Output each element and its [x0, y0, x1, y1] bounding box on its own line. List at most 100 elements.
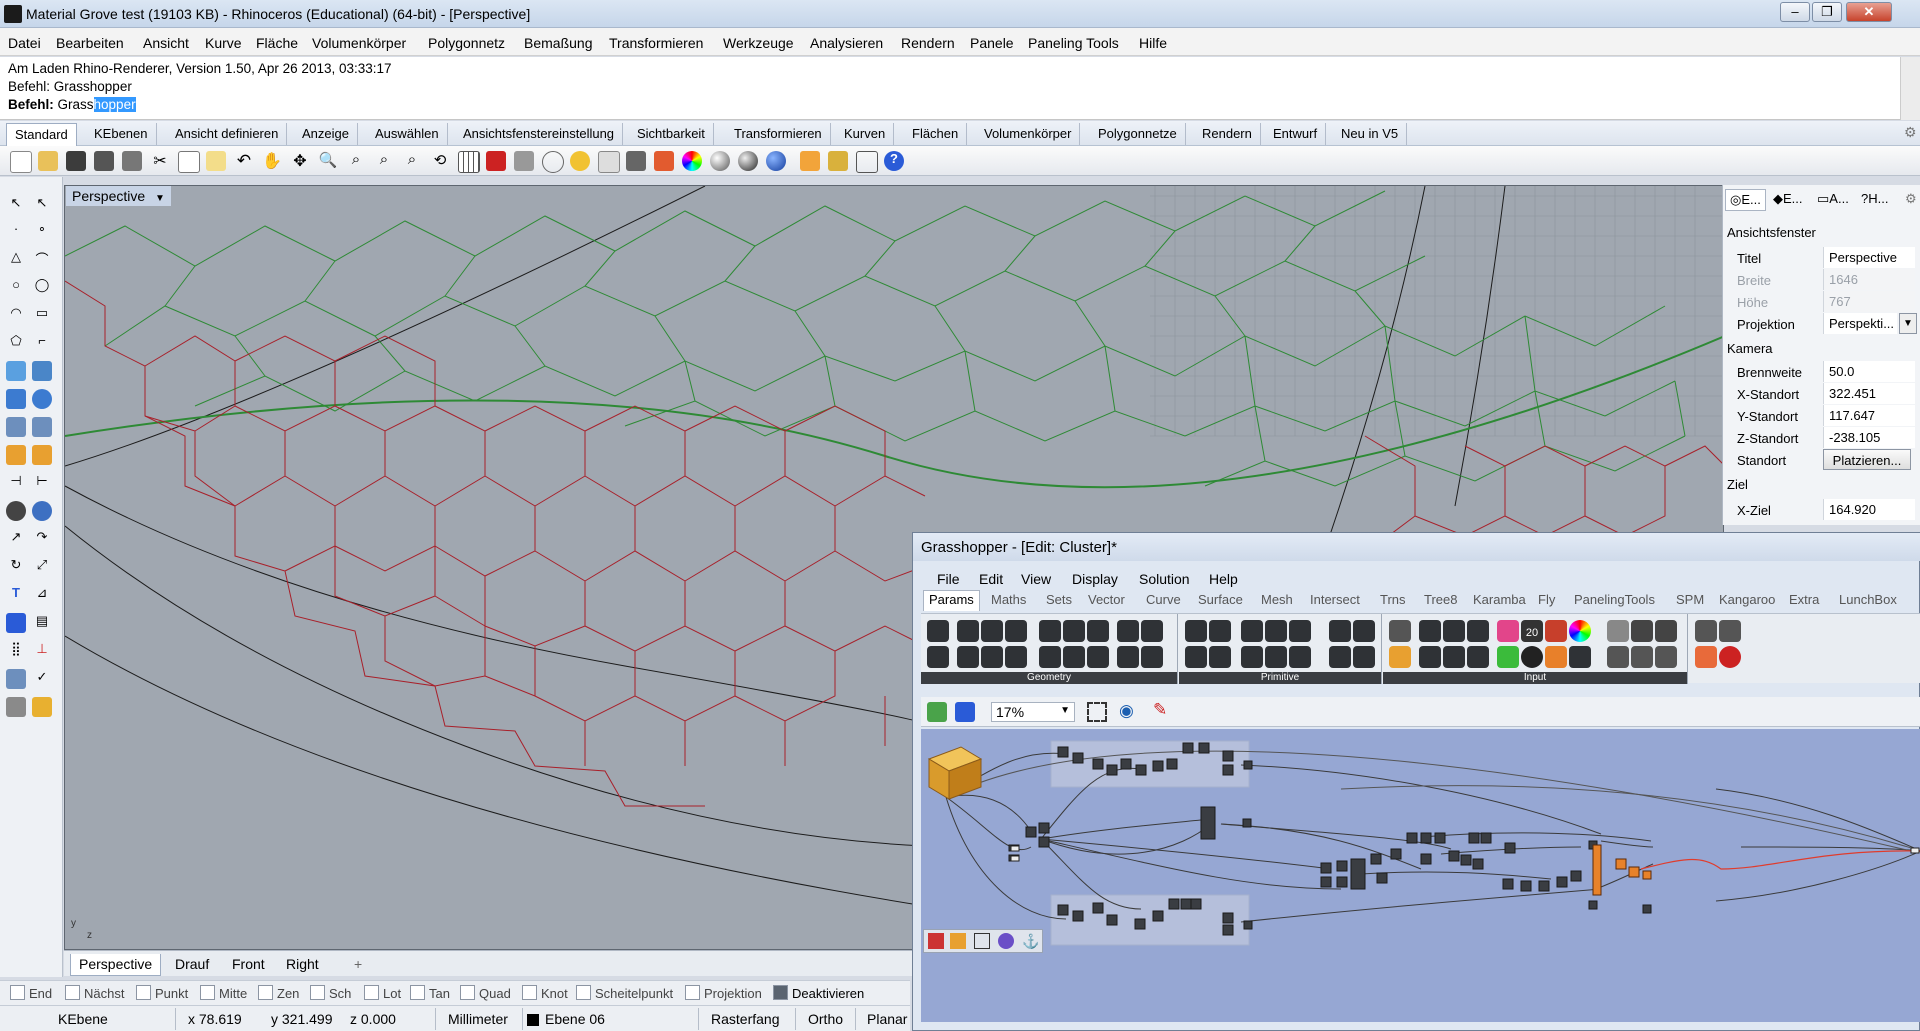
viewport-tab-front[interactable]: Front [224, 954, 273, 975]
zoom-chevron-down-icon[interactable]: ▼ [1060, 705, 1070, 716]
curve-icon[interactable]: ⌒ [32, 249, 52, 269]
property-value-projektion[interactable]: Perspekti... [1823, 313, 1897, 334]
gh-menu-display[interactable]: Display [1072, 571, 1118, 587]
menu-bemassung[interactable]: Bemaßung [524, 35, 592, 51]
gh-tab-trns[interactable]: Trns [1380, 592, 1406, 607]
command-prompt[interactable]: Befehl: Grasshopper [8, 97, 136, 112]
menu-werkzeuge[interactable]: Werkzeuge [723, 35, 794, 51]
zoom-window-icon[interactable]: ⌕ [346, 151, 366, 171]
osnap-checkbox[interactable] [522, 985, 537, 1000]
param-vector-icon[interactable] [1117, 646, 1139, 668]
gh-tab-kangaroo[interactable]: Kangaroo [1719, 592, 1775, 607]
analysis-icon[interactable]: ⊥ [32, 641, 52, 661]
input-digit-scroller-icon[interactable] [1467, 646, 1489, 668]
help-icon[interactable]: ? [884, 151, 904, 171]
gh-tab-vector[interactable]: Vector [1088, 592, 1125, 607]
osnap-scheitelpunkt[interactable]: Scheitelpunkt [576, 985, 673, 1001]
param-time-icon[interactable] [1241, 646, 1263, 668]
box-icon[interactable] [6, 389, 26, 409]
ellipse-icon[interactable]: ◯ [32, 277, 52, 297]
param-surface-icon[interactable] [981, 646, 1003, 668]
dimension-icon[interactable] [856, 151, 878, 173]
param-matrix-icon[interactable] [1289, 620, 1311, 642]
gh-tab-sets[interactable]: Sets [1046, 592, 1072, 607]
input-value-list-icon[interactable] [1443, 646, 1465, 668]
menu-ansicht[interactable]: Ansicht [143, 35, 189, 51]
osnap-checkbox[interactable] [576, 985, 591, 1000]
param-field-icon[interactable] [1087, 620, 1109, 642]
undo-icon[interactable]: ↶ [234, 151, 254, 171]
rectangle-icon[interactable]: ▭ [32, 305, 52, 325]
input-slider-icon[interactable] [1443, 620, 1465, 642]
param-group-icon[interactable] [1005, 646, 1027, 668]
osnap-quad[interactable]: Quad [460, 985, 511, 1001]
param-twisted-box-icon[interactable] [1039, 646, 1061, 668]
input-img-icon[interactable] [1631, 646, 1653, 668]
tab-kurven[interactable]: Kurven [836, 123, 895, 145]
platzieren-button[interactable]: Platzieren... [1823, 449, 1911, 470]
undo-view-icon[interactable]: ⟲ [430, 151, 450, 171]
param-integer-icon[interactable] [1209, 620, 1231, 642]
param-geometry-cache-icon[interactable] [1063, 646, 1085, 668]
circle-icon[interactable]: ○ [6, 277, 26, 297]
input-gradient-icon[interactable] [1545, 620, 1567, 642]
viewport-tab-perspective[interactable]: Perspective [70, 954, 162, 976]
osnap-deaktivieren[interactable]: Deaktivieren [773, 985, 864, 1001]
status-layer-button[interactable]: KEbene [58, 1011, 108, 1027]
input-gradient-control-icon[interactable] [1545, 646, 1567, 668]
gh-tab-panelingtools[interactable]: PanelingTools [1574, 592, 1655, 607]
join-icon[interactable]: ⊣ [6, 473, 26, 493]
viewport-tab-right[interactable]: Right [278, 954, 327, 975]
open-document-icon[interactable] [927, 702, 947, 722]
osnap-checkbox[interactable] [364, 985, 379, 1000]
osnap-checkbox[interactable] [410, 985, 425, 1000]
input-graph-mapper-icon[interactable] [1569, 646, 1591, 668]
param-circle-icon[interactable] [957, 620, 979, 642]
param-plane-icon[interactable] [1141, 620, 1163, 642]
light-icon[interactable] [570, 151, 590, 171]
osnap-checkbox-checked[interactable] [773, 985, 788, 1000]
fillet-icon[interactable]: ⌐ [32, 333, 52, 353]
status-ortho-toggle[interactable]: Ortho [808, 1011, 843, 1027]
tab-layers[interactable]: ◆E... [1769, 189, 1807, 209]
status-planar-toggle[interactable]: Planar [867, 1011, 907, 1027]
zoom-icon[interactable]: 🔍 [318, 151, 338, 171]
input-xyz-icon[interactable] [1631, 620, 1653, 642]
tab-rendern[interactable]: Rendern [1194, 123, 1261, 145]
trim-icon[interactable] [32, 445, 52, 465]
status-rasterfang-toggle[interactable]: Rasterfang [711, 1011, 779, 1027]
render-icon[interactable] [766, 151, 786, 171]
util-cherry-icon[interactable] [1719, 646, 1741, 668]
widget-pin-icon[interactable]: ⚓ [1022, 933, 1039, 949]
gh-tab-spm[interactable]: SPM [1676, 592, 1704, 607]
input-shp-icon[interactable] [1655, 646, 1677, 668]
param-boolean-icon[interactable] [1185, 620, 1207, 642]
property-value-y-standort[interactable]: 117.647 [1823, 405, 1915, 426]
input-control-knob-icon[interactable] [1521, 646, 1543, 668]
array-icon[interactable]: ⣿ [6, 641, 26, 661]
viewport-tab-drauf[interactable]: Drauf [167, 954, 217, 975]
menu-panele[interactable]: Panele [970, 35, 1014, 51]
add-viewport-tab-button[interactable]: + [346, 954, 370, 975]
osnap-punkt[interactable]: Punkt [136, 985, 188, 1001]
tab-anzeige[interactable]: Anzeige [294, 123, 358, 145]
tab-ansichtsfenstereinstellung[interactable]: Ansichtsfenstereinstellung [455, 123, 624, 145]
paste-icon[interactable] [206, 151, 226, 171]
tab-sichtbarkeit[interactable]: Sichtbarkeit [629, 123, 714, 145]
param-file-path-icon[interactable] [1353, 646, 1375, 668]
tab-display[interactable]: ▭A... [1813, 189, 1853, 209]
widget-compass-icon[interactable] [998, 933, 1014, 949]
boolean-union-icon[interactable] [32, 389, 52, 409]
preview-eye-icon[interactable]: ◉ [1119, 701, 1134, 721]
text-icon[interactable]: T [6, 585, 26, 605]
gh-menu-solution[interactable]: Solution [1139, 571, 1190, 587]
osnap-projektion[interactable]: Projektion [685, 985, 762, 1001]
tab-standard[interactable]: Standard [6, 123, 77, 146]
save-document-icon[interactable] [955, 702, 975, 722]
four-viewports-icon[interactable] [458, 151, 480, 173]
close-button[interactable]: ✕ [1846, 2, 1892, 22]
input-colour-wheel-icon[interactable] [1569, 620, 1591, 642]
menu-kurve[interactable]: Kurve [205, 35, 242, 51]
sphere-shaded-icon[interactable] [710, 151, 730, 171]
pan-hand-icon[interactable]: ✋ [262, 151, 282, 171]
